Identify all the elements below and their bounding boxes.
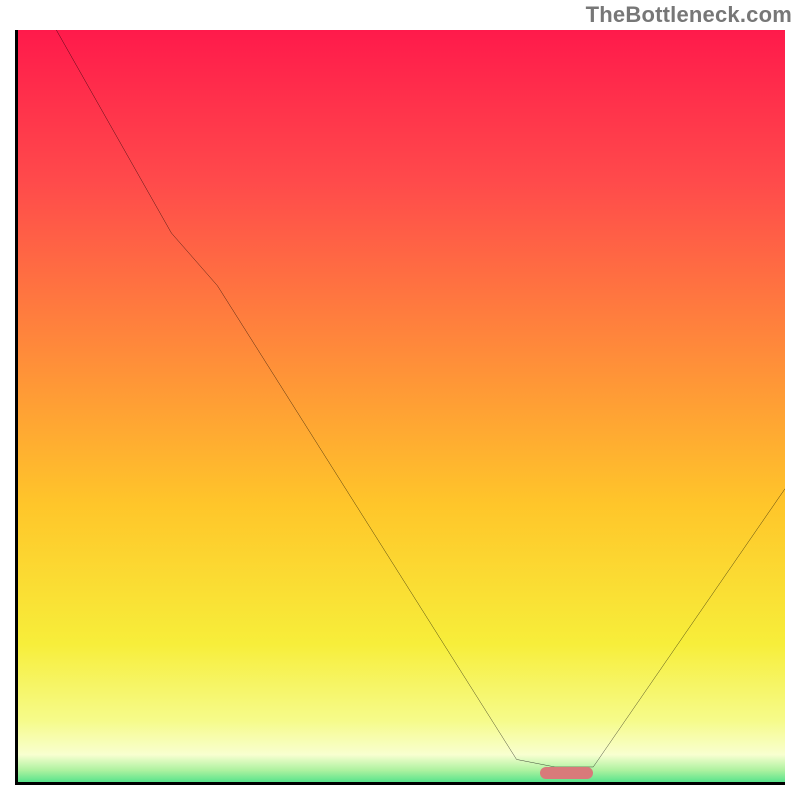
bottleneck-curve-path (18, 30, 785, 767)
optimal-marker (540, 767, 594, 779)
plot-area (15, 30, 785, 785)
chart-stage: TheBottleneck.com (0, 0, 800, 800)
watermark-text: TheBottleneck.com (586, 2, 792, 28)
curve-layer (18, 30, 785, 782)
